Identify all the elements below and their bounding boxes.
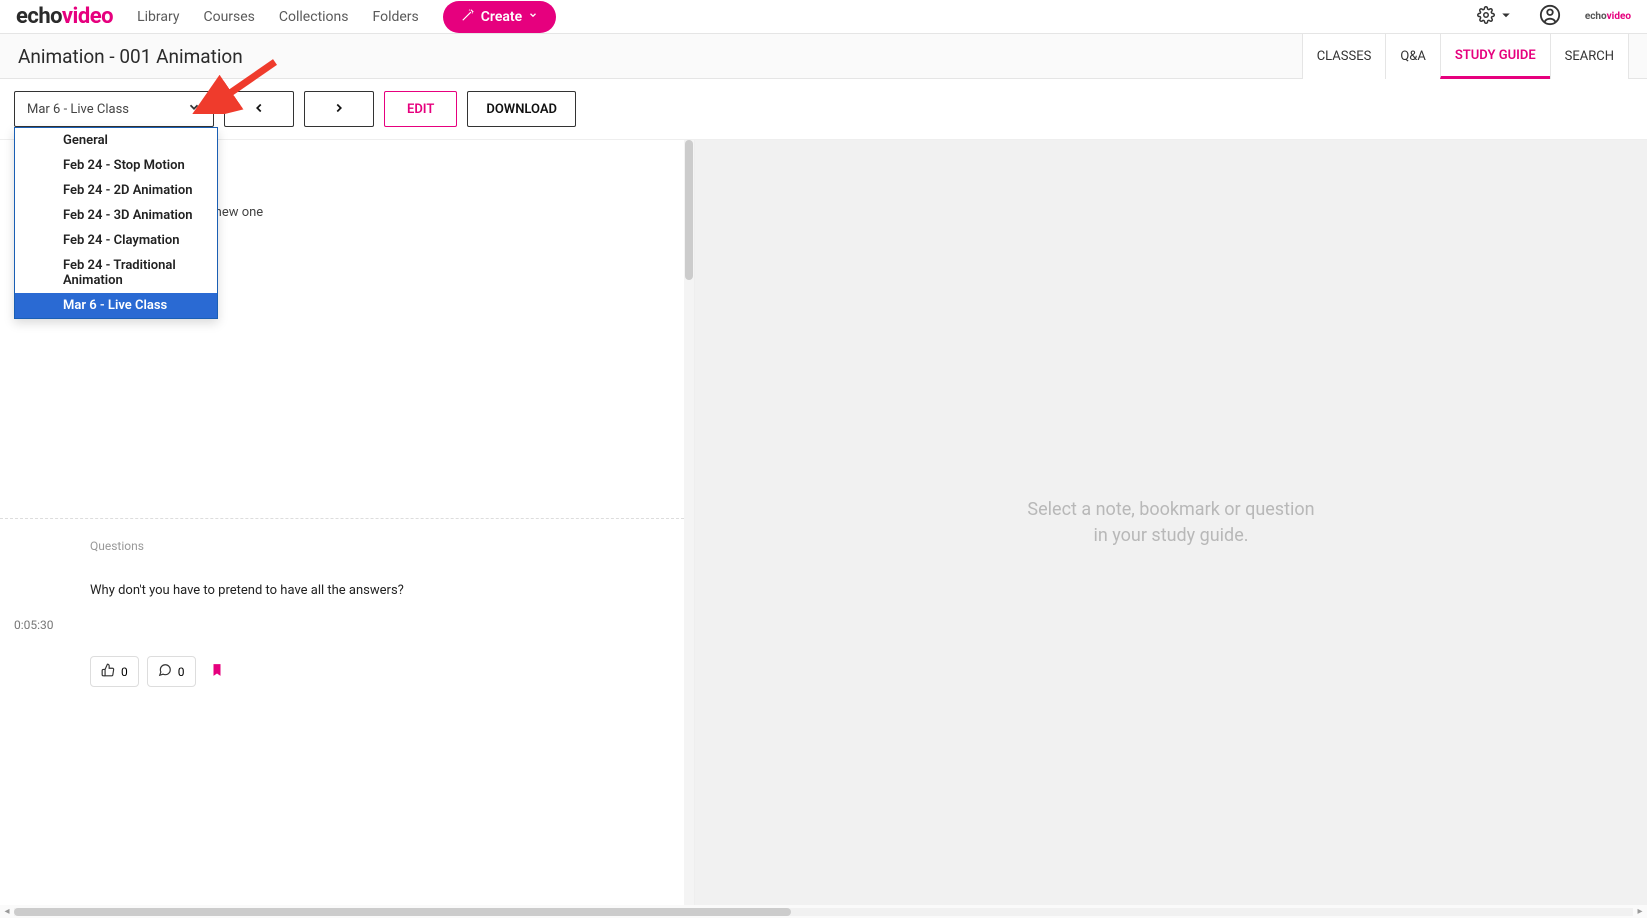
brand-logo[interactable]: echovideo	[16, 4, 113, 29]
dropdown-item-claymation[interactable]: Feb 24 - Claymation	[15, 228, 217, 253]
dropdown-item-traditional[interactable]: Feb 24 - Traditional Animation	[15, 253, 217, 293]
dropdown-item-general[interactable]: General	[15, 128, 217, 153]
nav-courses[interactable]: Courses	[203, 9, 254, 25]
dropdown-item-3d-animation[interactable]: Feb 24 - 3D Animation	[15, 203, 217, 228]
nav-folders[interactable]: Folders	[373, 9, 419, 25]
chevron-down-icon	[187, 100, 201, 118]
toolbar: Mar 6 - Live Class General Feb 24 - Stop…	[0, 79, 1647, 140]
questions-header: Questions	[0, 519, 694, 563]
vertical-scrollbar[interactable]	[684, 140, 694, 905]
profile-icon	[1539, 11, 1561, 30]
tab-study-guide[interactable]: STUDY GUIDE	[1440, 33, 1551, 79]
comment-icon	[158, 663, 172, 680]
horizontal-scroll-track[interactable]	[14, 908, 1633, 916]
dropdown-item-2d-animation[interactable]: Feb 24 - 2D Animation	[15, 178, 217, 203]
question-text: Why don't you have to pretend to have al…	[0, 563, 694, 598]
vertical-scroll-thumb[interactable]	[685, 140, 693, 280]
comment-count: 0	[178, 665, 185, 679]
scroll-right-arrow[interactable]: ▸	[1633, 905, 1647, 918]
empty-state-message: Select a note, bookmark or question in y…	[1027, 497, 1314, 547]
question-actions: 0 0	[0, 640, 694, 687]
chevron-right-icon	[332, 100, 346, 119]
brand-part1: echo	[16, 4, 62, 29]
create-label: Create	[481, 9, 522, 25]
dropdown-item-stop-motion[interactable]: Feb 24 - Stop Motion	[15, 153, 217, 178]
gear-icon	[1477, 6, 1495, 28]
next-button[interactable]	[304, 91, 374, 127]
wand-icon	[461, 8, 475, 26]
nav-collections[interactable]: Collections	[279, 9, 349, 25]
like-button[interactable]: 0	[90, 656, 139, 687]
dropdown-item-live-class[interactable]: Mar 6 - Live Class	[15, 293, 217, 318]
comment-button[interactable]: 0	[147, 656, 196, 687]
top-navigation: echovideo Library Courses Collections Fo…	[0, 0, 1647, 33]
content-area: typing the Note and starts a new one Que…	[0, 140, 1647, 905]
profile-button[interactable]	[1539, 4, 1561, 30]
nav-library[interactable]: Library	[137, 9, 179, 25]
download-button[interactable]: DOWNLOAD	[467, 91, 576, 127]
question-timestamp: 0:05:30	[0, 598, 80, 632]
page-title: Animation - 001 Animation	[18, 45, 243, 68]
class-select-dropdown[interactable]: Mar 6 - Live Class	[14, 91, 214, 127]
prev-button[interactable]	[224, 91, 294, 127]
horizontal-scrollbar[interactable]: ◂ ▸	[0, 905, 1647, 918]
small-brand-logo: echovideo	[1585, 11, 1631, 22]
detail-pane: Select a note, bookmark or question in y…	[695, 140, 1647, 905]
horizontal-scroll-thumb[interactable]	[14, 908, 791, 916]
brand-part2: video	[62, 4, 113, 29]
chevron-down-icon	[528, 10, 538, 23]
caret-down-icon	[1497, 6, 1515, 28]
like-count: 0	[121, 665, 128, 679]
create-button[interactable]: Create	[443, 1, 556, 33]
chevron-left-icon	[252, 100, 266, 119]
scroll-left-arrow[interactable]: ◂	[0, 905, 14, 918]
class-select-dropdown-list: General Feb 24 - Stop Motion Feb 24 - 2D…	[14, 127, 218, 319]
tab-search[interactable]: SEARCH	[1550, 33, 1629, 79]
thumbs-up-icon	[101, 663, 115, 680]
tab-classes[interactable]: CLASSES	[1302, 33, 1387, 79]
settings-menu[interactable]	[1477, 6, 1515, 28]
sub-header: Animation - 001 Animation CLASSES Q&A ST…	[0, 33, 1647, 79]
bookmark-button[interactable]	[204, 662, 230, 681]
bookmark-icon	[210, 662, 224, 681]
tab-qa[interactable]: Q&A	[1385, 33, 1441, 79]
dropdown-selected-label: Mar 6 - Live Class	[27, 102, 129, 117]
edit-button[interactable]: EDIT	[384, 91, 457, 127]
section-tabs: CLASSES Q&A STUDY GUIDE SEARCH	[1302, 33, 1629, 79]
